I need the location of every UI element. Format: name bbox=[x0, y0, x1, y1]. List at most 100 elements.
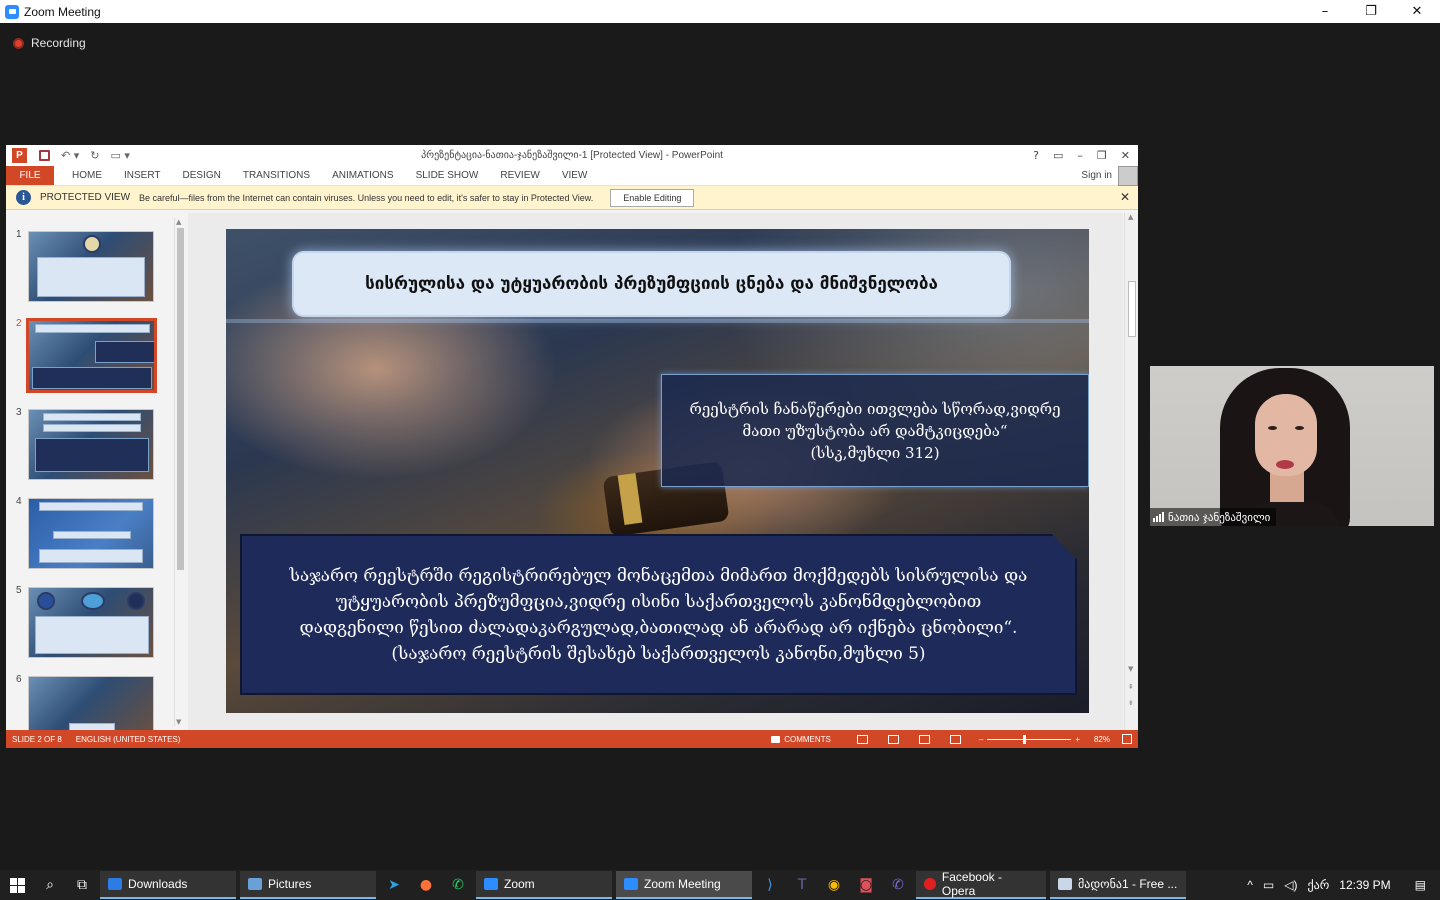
protected-view-bar: i PROTECTED VIEW Be careful—files from t… bbox=[6, 186, 1138, 210]
slide-thumbnail-2[interactable] bbox=[26, 318, 157, 393]
slide-thumbnail-4[interactable] bbox=[28, 498, 154, 569]
thumb-number: 1 bbox=[16, 229, 22, 240]
restore-button[interactable]: ❐ bbox=[1348, 0, 1394, 23]
tab-home[interactable]: HOME bbox=[62, 166, 112, 185]
taskbar-app-pictures[interactable]: Pictures bbox=[240, 871, 376, 899]
protected-bar-close-icon[interactable]: ✕ bbox=[1120, 190, 1130, 204]
scroll-up-icon[interactable]: ▲ bbox=[1128, 213, 1133, 221]
recording-indicator[interactable]: Recording bbox=[13, 36, 86, 50]
scroll-down-icon[interactable]: ▼ bbox=[1128, 665, 1133, 673]
help-icon[interactable]: ? bbox=[1033, 149, 1039, 162]
ppt-titlebar: P ↶ ▾ ↻ ▭ ▾ პრეზენტაცია-ნათია-ჯანეზაშვილ… bbox=[6, 145, 1138, 166]
previous-slide-icon[interactable]: ⇞ bbox=[1128, 683, 1134, 691]
whatsapp-icon[interactable]: ✆ bbox=[442, 870, 474, 900]
slide-scrollbar[interactable]: ▲ ▼ ⇞ ⇟ bbox=[1124, 213, 1138, 730]
slide-title-box[interactable]: სისრულისა და უტყუარობის პრეზუმფციის ცნებ… bbox=[292, 251, 1011, 317]
save-icon[interactable] bbox=[39, 150, 50, 161]
thumbnail-scrollbar[interactable]: ▲ ▼ bbox=[174, 218, 184, 726]
taskbar-app-opera[interactable]: Facebook - Opera bbox=[916, 870, 1046, 899]
tab-animations[interactable]: ANIMATIONS bbox=[322, 166, 403, 185]
scroll-up-icon[interactable]: ▲ bbox=[176, 218, 181, 226]
task-view-icon[interactable]: ⧉ bbox=[66, 870, 98, 900]
slide-thumbnail-pane: 1 2 3 4 5 6 ▲ ▼ bbox=[6, 213, 186, 736]
tab-view[interactable]: VIEW bbox=[552, 166, 598, 185]
fit-to-window-icon[interactable] bbox=[1122, 734, 1132, 744]
input-language[interactable]: ქარ bbox=[1307, 878, 1329, 892]
tab-design[interactable]: DESIGN bbox=[173, 166, 231, 185]
zoom-track[interactable] bbox=[987, 734, 1072, 744]
ppt-window-title: პრეზენტაცია-ნათია-ჯანეზაშვილი-1 [Protect… bbox=[421, 150, 723, 161]
ppt-minimize-button[interactable]: – bbox=[1077, 149, 1083, 162]
ppt-status-bar: SLIDE 2 OF 8 ENGLISH (UNITED STATES) COM… bbox=[6, 730, 1138, 748]
zoom-out-icon[interactable]: – bbox=[979, 735, 983, 744]
minimize-button[interactable]: – bbox=[1302, 0, 1348, 23]
thumb-number: 5 bbox=[16, 585, 22, 596]
volume-icon[interactable]: ◁) bbox=[1284, 878, 1297, 892]
slide-thumbnail-5[interactable] bbox=[28, 587, 154, 658]
participant-eye bbox=[1295, 426, 1304, 430]
start-button[interactable] bbox=[0, 870, 34, 900]
taskbar-app-document[interactable]: მადონა1 - Free ... bbox=[1050, 871, 1186, 899]
zoom-in-icon[interactable]: + bbox=[1075, 735, 1080, 744]
tab-slide-show[interactable]: SLIDE SHOW bbox=[406, 166, 489, 185]
tab-transitions[interactable]: TRANSITIONS bbox=[233, 166, 320, 185]
zoom-percentage[interactable]: 82% bbox=[1094, 735, 1110, 744]
reading-view-icon[interactable] bbox=[918, 734, 930, 744]
undo-icon[interactable]: ↶ ▾ bbox=[61, 149, 79, 162]
main-text-box[interactable]: საჯარო რეესტრში რეგისტრირებულ მონაცემთა … bbox=[240, 534, 1077, 695]
opera-icon bbox=[924, 878, 936, 890]
scroll-thumb[interactable] bbox=[177, 228, 184, 570]
taskbar-app-label: Pictures bbox=[268, 877, 312, 891]
next-slide-icon[interactable]: ⇟ bbox=[1128, 699, 1134, 707]
slide-thumbnail-1[interactable] bbox=[28, 231, 154, 302]
zoom-slider[interactable]: – + bbox=[979, 734, 1080, 744]
viber-icon[interactable]: ✆ bbox=[882, 870, 914, 900]
sign-in[interactable]: Sign in bbox=[1081, 165, 1138, 186]
thumb-number: 2 bbox=[16, 318, 22, 329]
quote-citation: (სსკ,მუხლი 312) bbox=[810, 443, 940, 462]
comments-button[interactable]: COMMENTS bbox=[771, 735, 831, 744]
slide-thumbnail-6[interactable] bbox=[28, 676, 154, 736]
zoom-knob[interactable] bbox=[1023, 734, 1027, 744]
enable-editing-button[interactable]: Enable Editing bbox=[610, 188, 695, 207]
participant-video[interactable]: ნათია ჯანეზაშვილი bbox=[1150, 366, 1434, 526]
tab-insert[interactable]: INSERT bbox=[114, 166, 171, 185]
close-button[interactable]: ✕ bbox=[1394, 0, 1440, 23]
taskbar-app-zoom[interactable]: Zoom bbox=[476, 871, 612, 899]
scroll-down-icon[interactable]: ▼ bbox=[176, 718, 181, 726]
taskbar-app-zoom-meeting[interactable]: Zoom Meeting bbox=[616, 871, 752, 899]
ppt-restore-button[interactable]: ❐ bbox=[1097, 149, 1107, 162]
ppt-close-button[interactable]: ✕ bbox=[1121, 149, 1130, 162]
redo-icon[interactable]: ↻ bbox=[90, 149, 99, 162]
search-icon[interactable]: ⌕ bbox=[34, 870, 66, 900]
zoom-app-icon bbox=[5, 4, 19, 19]
taskbar-app-label: Zoom Meeting bbox=[644, 877, 721, 891]
slide-sorter-icon[interactable] bbox=[887, 734, 899, 744]
clock[interactable]: 12:39 PM bbox=[1339, 878, 1390, 892]
tab-file[interactable]: FILE bbox=[6, 166, 54, 185]
start-from-beginning-icon[interactable]: ▭ ▾ bbox=[110, 149, 129, 162]
quote-box[interactable]: რეესტრის ჩანაწერები ითვლება სწორად,ვიდრე… bbox=[661, 374, 1089, 487]
tab-review[interactable]: REVIEW bbox=[490, 166, 549, 185]
current-slide[interactable]: სისრულისა და უტყუარობის პრეზუმფციის ცნებ… bbox=[226, 229, 1089, 713]
main-line: საჯარო რეესტრში რეგისტრირებულ მონაცემთა … bbox=[289, 565, 1028, 586]
teams-icon[interactable]: T bbox=[786, 870, 818, 900]
taskbar-app-downloads[interactable]: Downloads bbox=[100, 871, 236, 899]
ribbon-display-icon[interactable]: ▭ bbox=[1053, 149, 1063, 162]
firefox-icon[interactable]: ● bbox=[410, 870, 442, 900]
slide-counter: SLIDE 2 OF 8 bbox=[12, 734, 62, 744]
normal-view-icon[interactable] bbox=[856, 734, 868, 744]
notifications-icon[interactable]: ▤ bbox=[1415, 878, 1426, 892]
protected-view-message: Be careful—files from the Internet can c… bbox=[139, 192, 594, 203]
vscode-icon[interactable]: ⟩ bbox=[754, 870, 786, 900]
show-hidden-icons-icon[interactable]: ^ bbox=[1247, 878, 1253, 892]
chrome-icon[interactable]: ◉ bbox=[818, 870, 850, 900]
scroll-thumb[interactable] bbox=[1128, 281, 1136, 337]
ppt-window-controls: ? ▭ – ❐ ✕ bbox=[1033, 149, 1130, 162]
slide-thumbnail-3[interactable] bbox=[28, 409, 154, 480]
network-icon[interactable]: ▭ bbox=[1263, 878, 1274, 892]
telegram-icon[interactable]: ➤ bbox=[378, 870, 410, 900]
language-indicator[interactable]: ENGLISH (UNITED STATES) bbox=[76, 735, 181, 744]
screen-recorder-icon[interactable]: ◙ bbox=[850, 870, 882, 900]
slide-show-icon[interactable] bbox=[949, 734, 961, 744]
